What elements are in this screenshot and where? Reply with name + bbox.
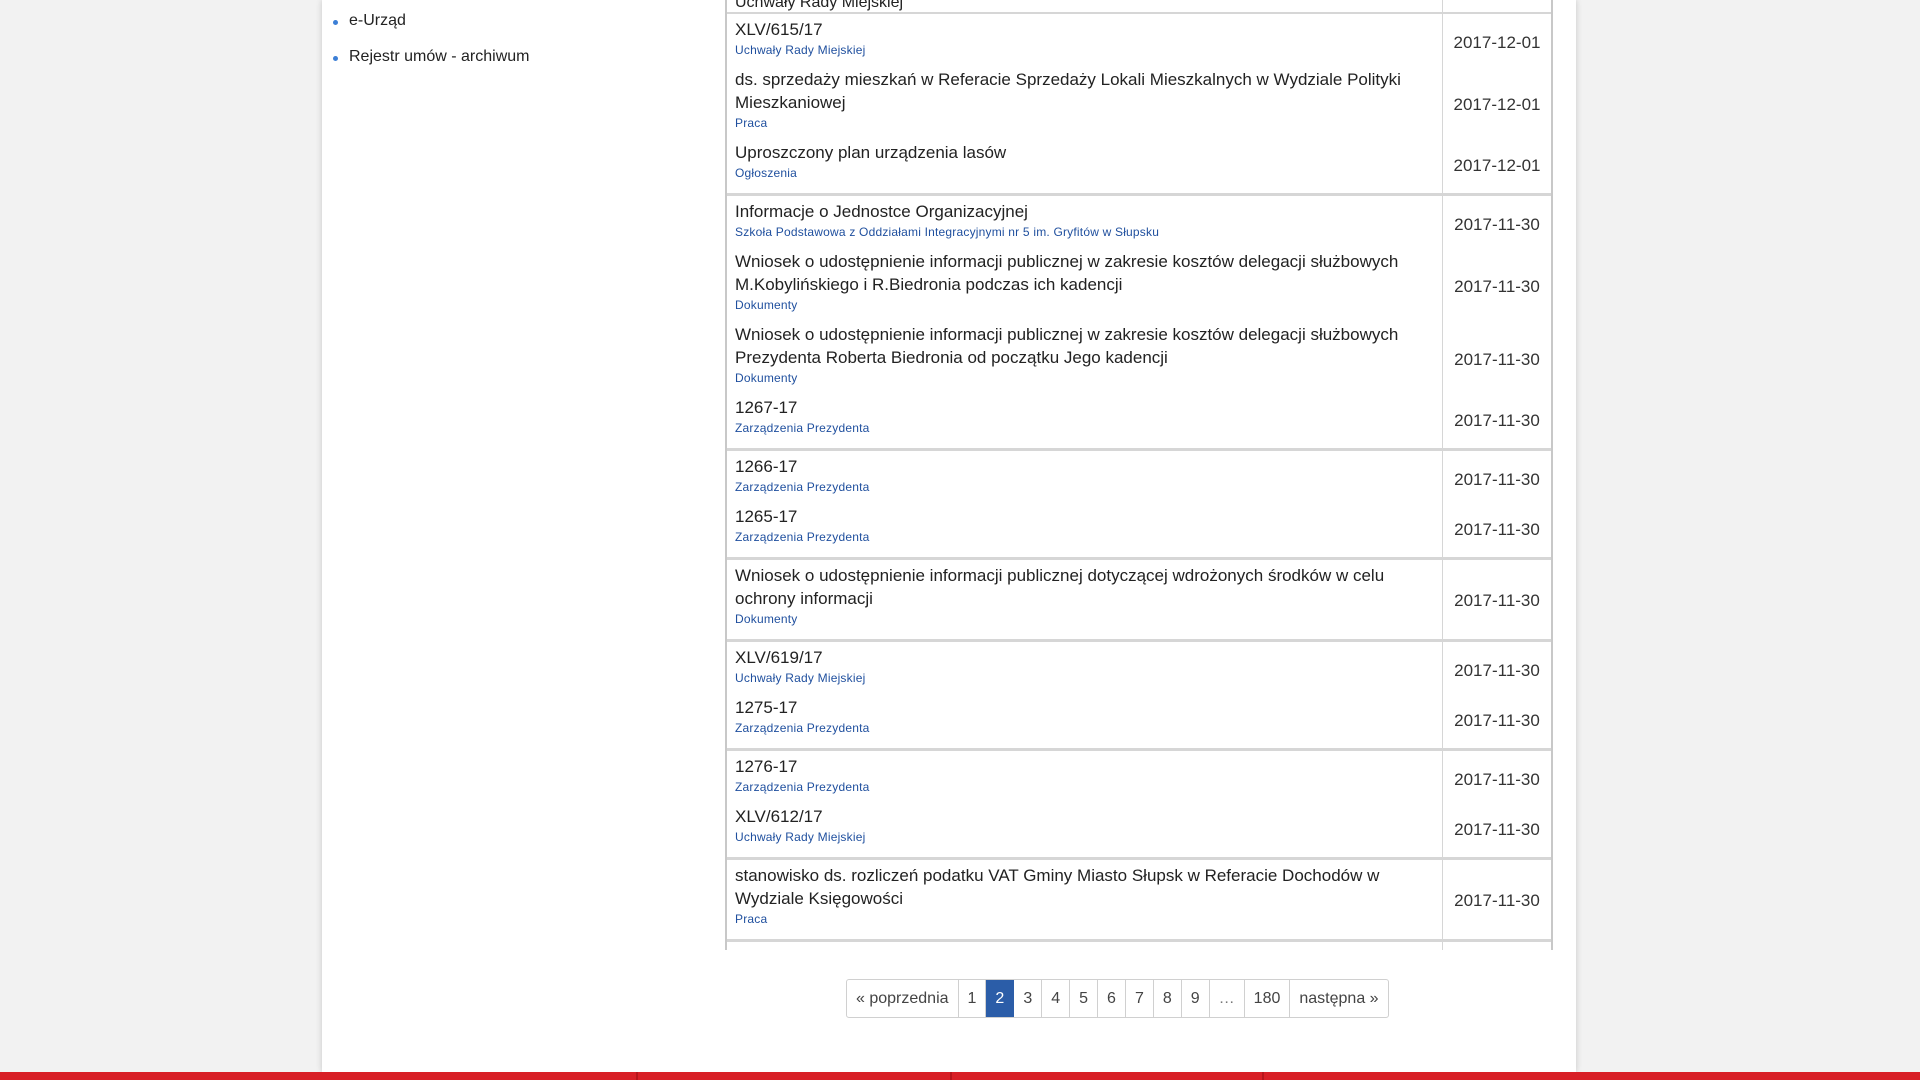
list-item-category[interactable]: Uchwały Rady Miejskiej <box>735 0 1442 12</box>
footer-divider <box>950 1072 952 1080</box>
list-item-date: 2017-11-30 <box>1454 661 1540 680</box>
list-item-date: 2017-11-30 <box>1454 520 1540 539</box>
pagination-next-button[interactable]: następna » <box>1290 980 1387 1017</box>
footer-bar <box>0 1072 1920 1080</box>
list-item-title[interactable]: Informacje o Jednostce Organizacyjnej <box>735 200 1442 223</box>
list-item-title[interactable]: XLV/619/17 <box>735 646 1442 669</box>
bullet-icon <box>333 20 338 25</box>
sidebar-item-e-urzad[interactable]: e-Urząd <box>333 8 713 44</box>
pagination-page-3[interactable]: 3 <box>1014 980 1043 1017</box>
list-item-date: 2017-12-01 <box>1453 33 1541 52</box>
pagination-page-8[interactable]: 8 <box>1154 980 1182 1017</box>
pagination-page-9[interactable]: 9 <box>1182 980 1210 1017</box>
list-group: 1276-17 Zarządzenia Prezydenta XLV/612/17 U… <box>727 751 1551 860</box>
list-item: XLV/619/17 Uchwały Rady Miejskiej <box>735 646 1442 696</box>
list-item: 1266-17 Zarządzenia Prezydenta <box>735 455 1442 505</box>
list-item-title[interactable]: Wniosek o udostępnienie informacji publi… <box>735 250 1442 296</box>
list-item: 1275-17 Zarządzenia Prezydenta <box>735 696 1442 746</box>
list-item-category[interactable]: Zarządzenia Prezydenta <box>735 719 1442 737</box>
list-item-title[interactable]: stanowisko ds. rozliczeń podatku VAT Gmi… <box>735 864 1442 910</box>
list-item-date: 2017-12-01 <box>1453 94 1541 114</box>
bullet-icon <box>333 56 338 61</box>
list-group: XLV/619/17 Uchwały Rady Miejskiej 1275-17 Z… <box>727 642 1551 751</box>
list-item-category[interactable]: Szkoła Podstawowa z Oddziałami Integracy… <box>735 223 1442 241</box>
list-item-title[interactable]: 1276-17 <box>735 755 1442 778</box>
pagination-prev-button[interactable]: « poprzednia <box>847 980 959 1017</box>
list-item: Informacje o Jednostce Organizacyjnej Szk… <box>735 200 1442 250</box>
list-item: stanowisko ds. rozliczeń podatku VAT Gmi… <box>735 864 1442 937</box>
list-item-category[interactable]: Zarządzenia Prezydenta <box>735 478 1442 496</box>
list-item-date: 2017-11-30 <box>1454 349 1540 369</box>
list-group: Wniosek o udostępnienie informacji publi… <box>727 560 1551 642</box>
list-item-category[interactable]: Praca <box>735 910 1442 928</box>
list-item-category[interactable]: Uchwały Rady Miejskiej <box>735 828 1442 846</box>
pagination-page-last[interactable]: 180 <box>1245 980 1291 1017</box>
pagination-page-7[interactable]: 7 <box>1126 980 1154 1017</box>
list-item: Wniosek o udostępnienie informacji publi… <box>735 564 1442 637</box>
sidebar-item-label: e-Urząd <box>349 12 406 29</box>
pagination-page-6[interactable]: 6 <box>1098 980 1126 1017</box>
list-item-title[interactable]: 1275-17 <box>735 696 1442 719</box>
list-group: Informacje o Jednostce Organizacyjnej Szk… <box>727 196 1551 451</box>
list-item: Wniosek o udostępnienie informacji publi… <box>735 323 1442 396</box>
list-item-date: 2017-11-30 <box>1454 590 1540 610</box>
list-item-title[interactable]: Uproszczony plan urządzenia lasów <box>735 141 1442 164</box>
list-item-category[interactable]: Uchwały Rady Miejskiej <box>735 41 1442 59</box>
pagination-page-1[interactable]: 1 <box>959 980 987 1017</box>
list-item-title[interactable]: Wniosek o udostępnienie informacji publi… <box>735 323 1442 369</box>
list-item-date: 2017-11-30 <box>1454 820 1540 839</box>
list-item-date: 2017-11-30 <box>1454 215 1540 234</box>
list-item-category[interactable]: Zarządzenia Prezydenta <box>735 528 1442 546</box>
list-item-category[interactable]: Dokumenty <box>735 296 1442 314</box>
list-item-date: 2017-11-30 <box>1454 711 1540 730</box>
pagination-page-2[interactable]: 2 <box>986 980 1015 1017</box>
list-item-date: 2017-11-30 <box>1443 946 1551 950</box>
list-item: XLV/612/17 Uchwały Rady Miejskiej <box>735 805 1442 855</box>
list-group: XLV/615/17 Uchwały Rady Miejskiej ds. sprz… <box>727 14 1551 196</box>
list-group: 1273-17Zarządzenia Prezydenta2017-11-30 <box>727 942 1551 950</box>
list-item-title[interactable]: ds. sprzedaży mieszkań w Referacie Sprze… <box>735 68 1442 114</box>
list-item-category[interactable]: Dokumenty <box>735 610 1442 628</box>
list-item-category[interactable]: Ogłoszenia <box>735 164 1442 182</box>
list-item-date: 2017-12-01 <box>1453 156 1541 175</box>
list-item-date: 2017-11-30 <box>1454 470 1540 489</box>
list-item-title[interactable]: 1273-17 <box>735 946 1442 950</box>
footer-divider <box>1262 1072 1264 1080</box>
list-item-date: 2017-11-30 <box>1454 890 1540 910</box>
list-item: Wniosek o udostępnienie informacji publi… <box>735 250 1442 323</box>
list-item: XLV/615/17 Uchwały Rady Miejskiej <box>735 18 1442 68</box>
list-item-title[interactable]: 1267-17 <box>735 396 1442 419</box>
list-item-category[interactable]: Dokumenty <box>735 369 1442 387</box>
list-item: ds. sprzedaży mieszkań w Referacie Sprze… <box>735 68 1442 141</box>
list-item-category[interactable]: Zarządzenia Prezydenta <box>735 778 1442 796</box>
pagination-page-4[interactable]: 4 <box>1042 980 1071 1017</box>
list-group: Uchwały Rady Miejskiej <box>727 0 1551 14</box>
sidebar-menu: e-Urząd Rejestr umów - archiwum <box>333 8 713 80</box>
list-item-date: 2017-11-30 <box>1454 770 1540 789</box>
footer-divider <box>636 1072 638 1080</box>
sidebar-item-rejestr-umow[interactable]: Rejestr umów - archiwum <box>333 44 713 80</box>
list-item-date: 2017-11-30 <box>1454 276 1540 296</box>
list-item-title[interactable]: 1265-17 <box>735 505 1442 528</box>
list-item: 1267-17 Zarządzenia Prezydenta <box>735 396 1442 446</box>
list-item: 1276-17 Zarządzenia Prezydenta <box>735 755 1442 805</box>
document-list: Uchwały Rady Miejskiej XLV/615/17 Uchwały… <box>725 0 1553 950</box>
list-item: 1265-17 Zarządzenia Prezydenta <box>735 505 1442 555</box>
pagination-ellipsis: … <box>1210 980 1245 1017</box>
list-item-title[interactable]: XLV/615/17 <box>735 18 1442 41</box>
pagination: « poprzednia 1 2 3 4 5 6 7 8 9… 180 następna » <box>846 979 1389 1018</box>
list-item-title[interactable]: 1266-17 <box>735 455 1442 478</box>
list-item-category[interactable]: Uchwały Rady Miejskiej <box>735 669 1442 687</box>
pagination-page-5[interactable]: 5 <box>1070 980 1099 1017</box>
list-item-category[interactable]: Zarządzenia Prezydenta <box>735 419 1442 437</box>
list-item: Uproszczony plan urządzenia lasów Ogłosze… <box>735 141 1442 191</box>
list-group: 1266-17 Zarządzenia Prezydenta 1265-17 Zarz… <box>727 451 1551 560</box>
list-item-title[interactable]: XLV/612/17 <box>735 805 1442 828</box>
list-item-date: 2017-11-30 <box>1454 411 1540 430</box>
list-group: stanowisko ds. rozliczeń podatku VAT Gmi… <box>727 860 1551 942</box>
sidebar-item-label: Rejestr umów - archiwum <box>349 48 530 65</box>
list-item-title[interactable]: Wniosek o udostępnienie informacji publi… <box>735 564 1442 610</box>
list-item: 1273-17Zarządzenia Prezydenta <box>735 946 1442 950</box>
list-item-category[interactable]: Praca <box>735 114 1442 132</box>
